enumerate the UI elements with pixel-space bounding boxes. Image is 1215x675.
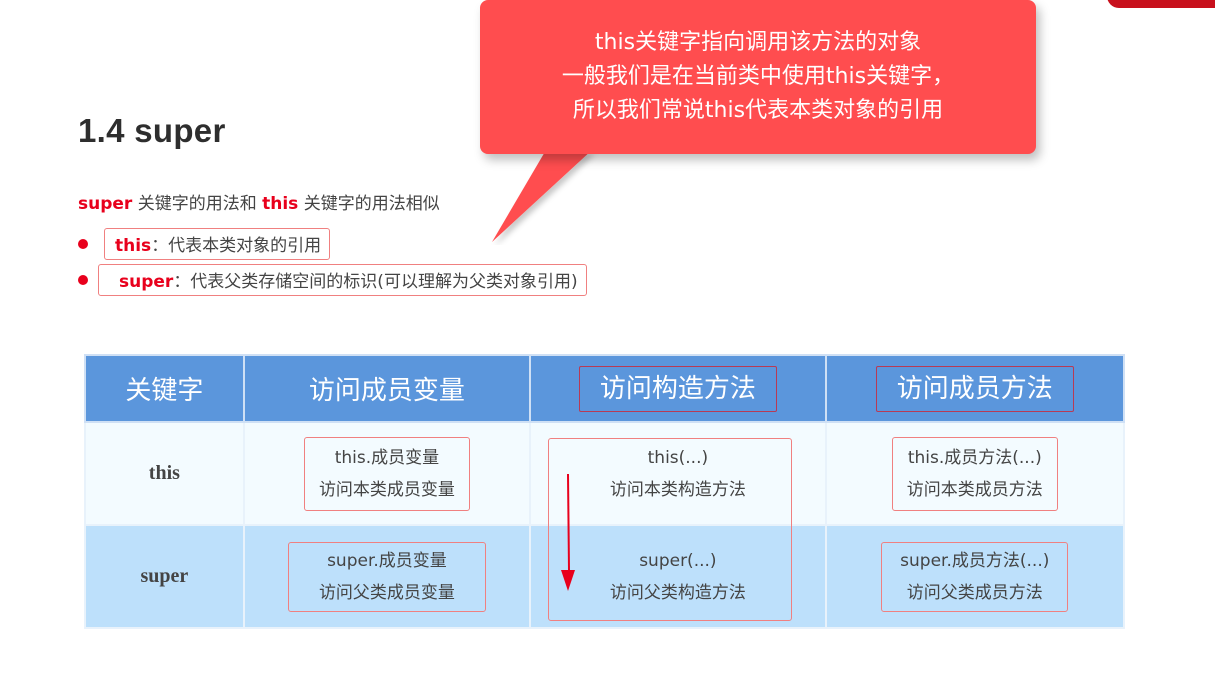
header-ctor: 访问构造方法 <box>529 354 827 423</box>
constructor-highlight-box <box>548 438 792 621</box>
cell-highlight-box: this.成员方法(...) 访问本类成员方法 <box>891 436 1058 511</box>
intro-keyword-super: super <box>78 194 133 214</box>
callout-tail <box>492 150 592 242</box>
cell-desc: 访问本类成员方法 <box>906 479 1043 500</box>
cell-field: super.成员变量 访问父类成员变量 <box>242 524 532 629</box>
slide-title: 1.4 super <box>78 112 226 149</box>
row-keyword: this <box>84 421 245 526</box>
header-method: 访问成员方法 <box>824 354 1126 423</box>
bullet-keyword: super <box>119 272 174 292</box>
down-arrow-icon <box>561 474 575 591</box>
header-highlight-box: 访问构造方法 <box>578 365 777 412</box>
intro-keyword-this: this <box>262 194 299 214</box>
callout-bubble: this关键字指向调用该方法的对象 一般我们是在当前类中使用this关键字， 所… <box>480 0 1036 154</box>
cell-highlight-box: super.成员变量 访问父类成员变量 <box>287 541 486 612</box>
bullet-this: this：代表本类对象的引用 <box>78 228 331 260</box>
cell-code: this.成员变量 <box>334 447 440 468</box>
cell-desc: 访问本类成员变量 <box>318 479 455 500</box>
header-keyword: 关键字 <box>84 354 245 423</box>
callout-line: this关键字指向调用该方法的对象 <box>594 30 922 55</box>
cell-code: this.成员方法(...) <box>907 447 1042 468</box>
table-header-row: 关键字 访问成员变量 访问构造方法 访问成员方法 <box>84 354 1126 423</box>
callout-line: 所以我们常说this代表本类对象的引用 <box>572 98 944 123</box>
header-highlight-box: 访问成员方法 <box>875 365 1074 412</box>
bullet-dot-icon <box>78 275 88 285</box>
intro-text-1: 关键字的用法和 <box>132 194 263 214</box>
bullet-super: super：代表父类存储空间的标识(可以理解为父类对象引用) <box>78 264 587 296</box>
bullet-keyword: this <box>115 236 152 256</box>
header-field: 访问成员变量 <box>242 354 532 423</box>
bullet-dot-icon <box>78 239 88 249</box>
bullet-text: ：代表父类存储空间的标识(可以理解为父类对象引用) <box>173 272 578 292</box>
intro-line: super 关键字的用法和 this 关键字的用法相似 <box>78 189 440 214</box>
cell-method: super.成员方法(...) 访问父类成员方法 <box>824 524 1126 629</box>
highlight-box: this：代表本类对象的引用 <box>104 228 331 260</box>
corner-tab <box>1107 0 1215 8</box>
highlight-box: super：代表父类存储空间的标识(可以理解为父类对象引用) <box>98 264 587 296</box>
cell-method: this.成员方法(...) 访问本类成员方法 <box>824 421 1126 526</box>
cell-highlight-box: this.成员变量 访问本类成员变量 <box>303 436 470 511</box>
cell-desc: 访问父类成员方法 <box>906 582 1043 603</box>
row-keyword: super <box>84 524 245 629</box>
cell-code: super.成员方法(...) <box>900 550 1050 571</box>
callout-line: 一般我们是在当前类中使用this关键字， <box>561 64 955 89</box>
cell-desc: 访问父类成员变量 <box>318 582 455 603</box>
intro-text-2: 关键字的用法相似 <box>298 194 440 214</box>
cell-highlight-box: super.成员方法(...) 访问父类成员方法 <box>881 541 1069 612</box>
cell-field: this.成员变量 访问本类成员变量 <box>242 421 532 526</box>
cell-code: super.成员变量 <box>327 550 447 571</box>
bullet-text: ：代表本类对象的引用 <box>151 236 322 256</box>
